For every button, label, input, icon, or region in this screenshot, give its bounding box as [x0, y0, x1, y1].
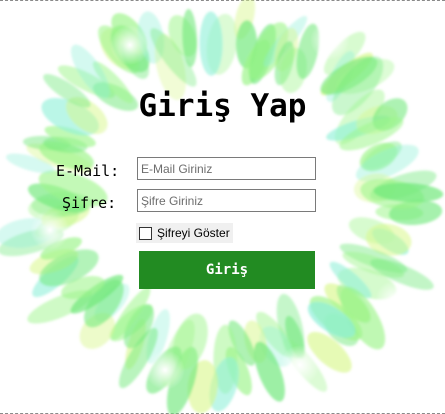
password-label: Şifre:: [62, 194, 117, 212]
wreath-sparkle: [310, 20, 350, 60]
wreath-sparkle: [375, 280, 415, 320]
show-password-toggle[interactable]: Şifreyi Göster: [136, 223, 233, 243]
email-field[interactable]: [137, 157, 316, 180]
email-label: E-Mail:: [56, 162, 120, 180]
wreath-sparkle: [110, 25, 150, 65]
wreath-sparkle: [30, 210, 70, 250]
wreath-sparkle: [98, 120, 138, 160]
password-field[interactable]: [137, 189, 316, 212]
wreath-sparkle: [280, 345, 320, 385]
show-password-label: Şifreyi Göster: [157, 226, 230, 240]
login-button[interactable]: Giriş: [139, 251, 315, 289]
show-password-checkbox[interactable]: [139, 226, 152, 240]
page-title: Giriş Yap: [138, 88, 307, 124]
wreath-sparkle: [145, 350, 185, 390]
